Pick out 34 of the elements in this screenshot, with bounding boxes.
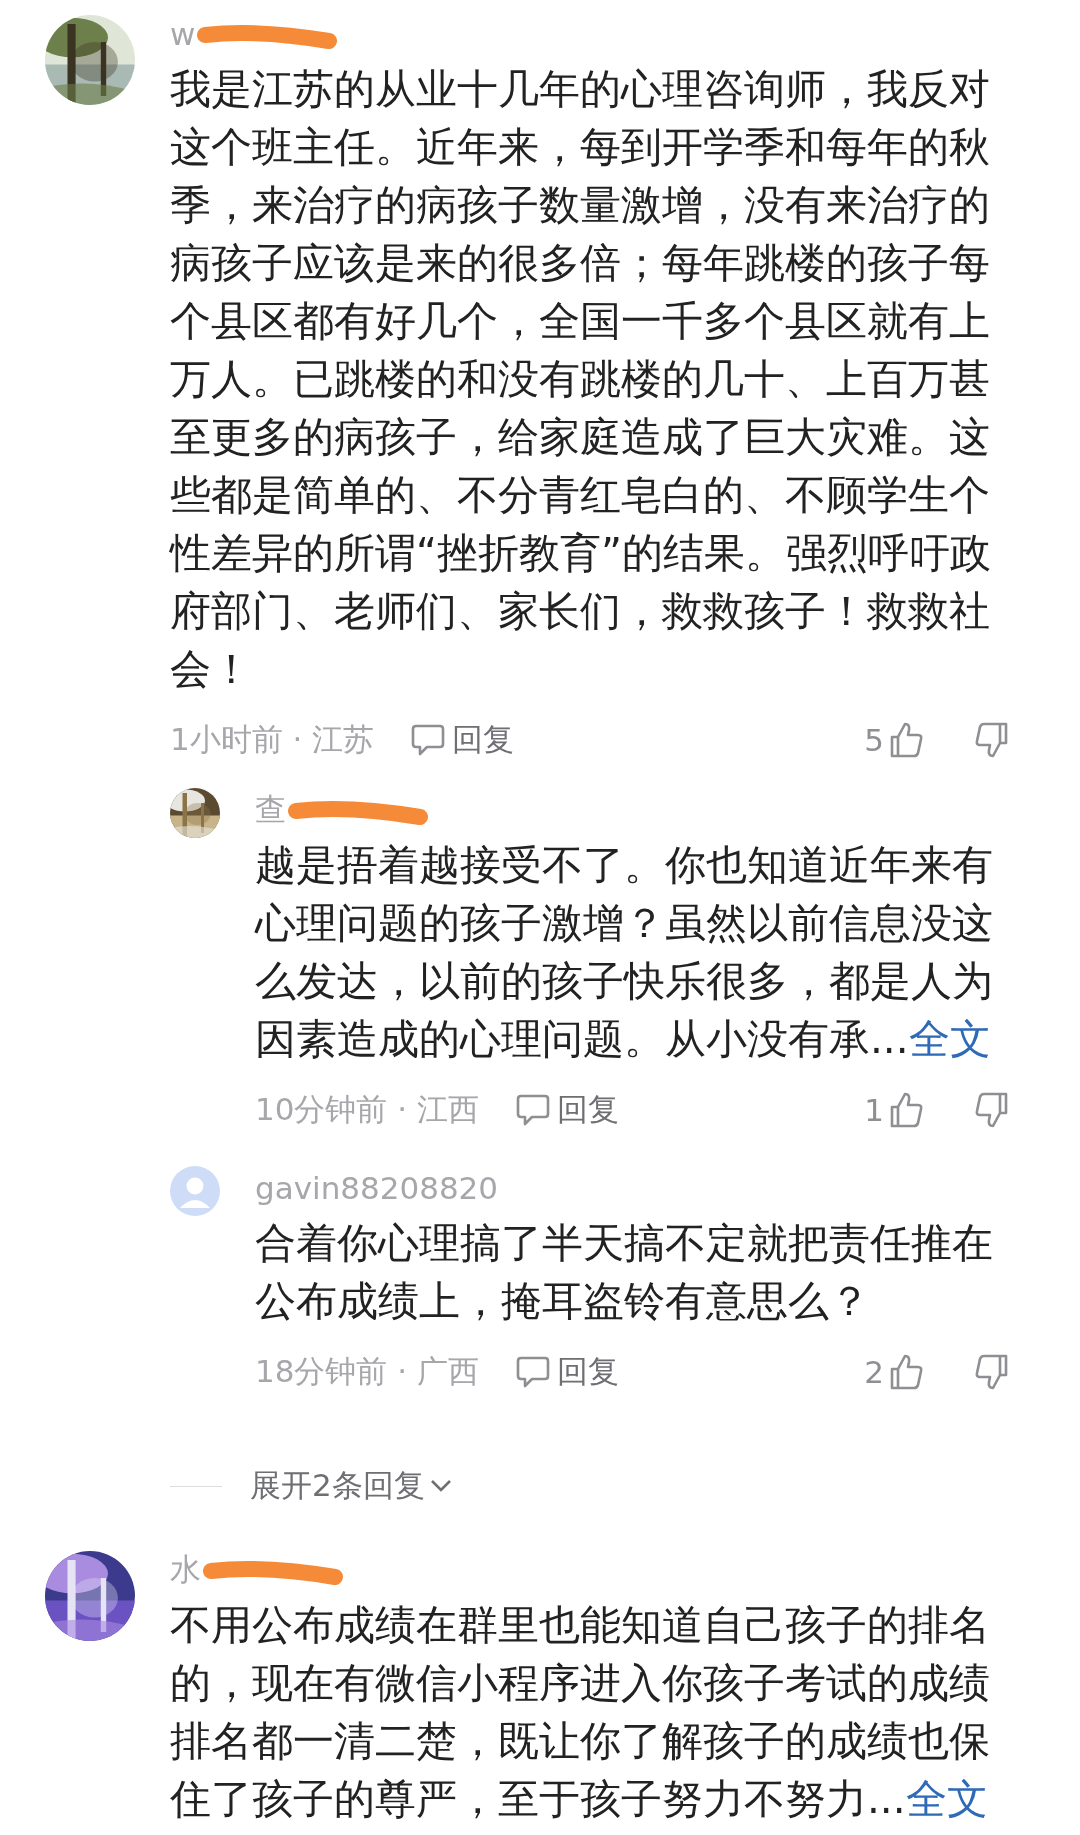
- thumbs-up-icon: [888, 1353, 924, 1391]
- username[interactable]: 查: [255, 789, 286, 831]
- dislike-button[interactable]: [974, 721, 1010, 759]
- dislike-button[interactable]: [974, 1091, 1010, 1129]
- dislike-button[interactable]: [974, 1353, 1010, 1391]
- timestamp: 1小时前 · 江苏: [170, 720, 375, 759]
- chevron-down-icon: [428, 1478, 453, 1494]
- thumbs-up-icon: [888, 1091, 924, 1129]
- like-button[interactable]: 2: [864, 1353, 924, 1391]
- timestamp: 10分钟前 · 江西: [255, 1090, 479, 1129]
- full-text-link[interactable]: 全文: [908, 1015, 991, 1063]
- full-text-link[interactable]: 全文: [905, 1775, 988, 1823]
- expand-replies-button[interactable]: 展开2条回复: [250, 1465, 453, 1507]
- username[interactable]: 水: [170, 1549, 201, 1591]
- timestamp: 18分钟前 · 广西: [255, 1352, 479, 1391]
- speech-bubble-icon: [515, 1355, 551, 1389]
- thumbs-down-icon: [974, 1353, 1010, 1391]
- reply-button[interactable]: 回复: [515, 1351, 619, 1393]
- reply-text: 越是捂着越接受不了。你也知道近年来有心理问题的孩子激增？虽然以前信息没这么发达，以前的孩子快乐很多，都是人为因素造成的心理问题。从小没有承...全文: [255, 840, 994, 1065]
- comment-text: 我是江苏的从业十几年的心理咨询师，我反对这个班主任。近年来，每到开学季和每年的秋季，来治疗的病孩子数量激增，没有来治疗的病孩子应该是来的很多倍；每年跳楼的孩子每个县区都有好几个，全国一千多个县区就有上万人。已跳楼的和没有跳楼的几十、上百万甚至更多的病孩子，给家庭造成了巨大灾难。这些都是简单的、不分青红皂白的、不顾学生个性差异的所谓“挫折教育”的结果。强烈呼吁政府部门、老师们、家长们，救救孩子！救救社会！: [170, 64, 992, 695]
- thumbs-up-icon: [888, 721, 924, 759]
- reply-button[interactable]: 回复: [410, 719, 515, 761]
- comment-text: 不用公布成绩在群里也能知道自己孩子的排名的，现在有微信小程序进入你孩子考试的成绩排名都一清二楚，既让你了解孩子的成绩也保住了孩子的尊严，至于孩子努力不努力...全文: [170, 1600, 991, 1825]
- reply-text: 合着你心理搞了半天搞不定就把责任推在公布成绩上，掩耳盗铃有意思么？: [255, 1218, 994, 1327]
- thumbs-down-icon: [974, 721, 1010, 759]
- username[interactable]: gavin88208820: [255, 1170, 499, 1206]
- reply-button[interactable]: 回复: [515, 1089, 619, 1131]
- username[interactable]: w: [170, 16, 196, 52]
- speech-bubble-icon: [515, 1093, 551, 1127]
- avatar-icon: [170, 1166, 220, 1216]
- speech-bubble-icon: [410, 723, 447, 757]
- like-button[interactable]: 1: [864, 1091, 924, 1129]
- thumbs-down-icon: [974, 1091, 1010, 1129]
- like-button[interactable]: 5: [864, 721, 924, 759]
